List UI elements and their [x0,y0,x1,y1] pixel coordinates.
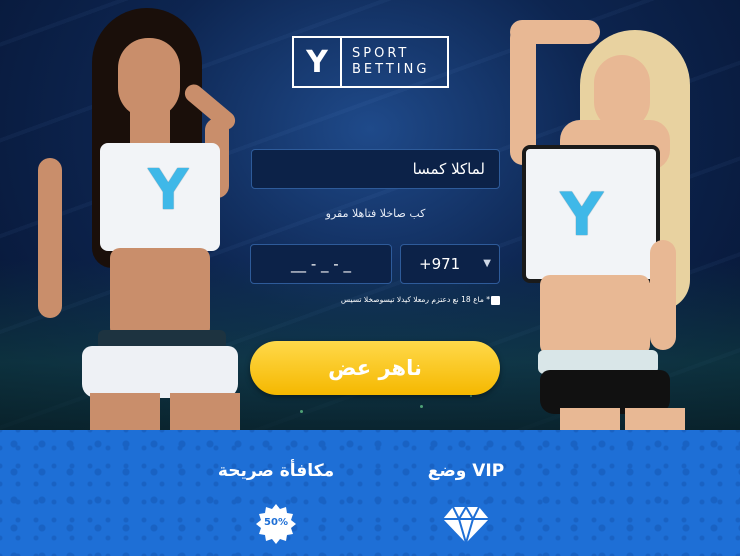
bonus-badge-icon: 50% [255,503,297,545]
sports-pattern [0,430,740,556]
country-code-value: +971 [419,255,461,273]
chevron-down-icon: ▼ [483,258,491,269]
age-consent-label: ماع 18 نع دعتزم رمعلا كيدلا تيسوصخلا تسي… [340,295,490,304]
brand-logo[interactable]: Y SPORT BETTING [292,36,449,88]
name-input[interactable]: لماكلا كمسا [251,149,500,189]
phone-input[interactable]: __ - _ - _ [250,244,392,284]
brand-line-1: SPORT [352,46,410,61]
sparkle [300,410,303,413]
y-logo-icon: Y [560,180,604,250]
features-band [0,430,740,556]
model-left: Y [30,8,260,430]
model-right: Y [500,10,740,430]
brand-mark-icon: Y [294,38,342,86]
country-code-select[interactable]: +971 ▼ [400,244,500,284]
age-consent-checkbox[interactable] [491,296,500,305]
sparkle [470,395,472,397]
y-logo-icon: Y [148,158,189,223]
sparkle [420,405,423,408]
phone-hint: كب صاخلا فتاهلا مقرو [325,207,426,220]
place-bet-button[interactable]: ناهر عض [250,341,500,395]
bonus-badge-text: 50% [264,517,288,528]
vip-title: وضع VIP [427,461,505,481]
bonus-title: مكافأة صريحة [217,461,335,481]
brand-line-2: BETTING [352,62,430,77]
diamond-icon [441,505,491,547]
hero-section: Y Y Y SPORT BETTING لماكلا كمسا كب صاخلا… [0,0,740,430]
